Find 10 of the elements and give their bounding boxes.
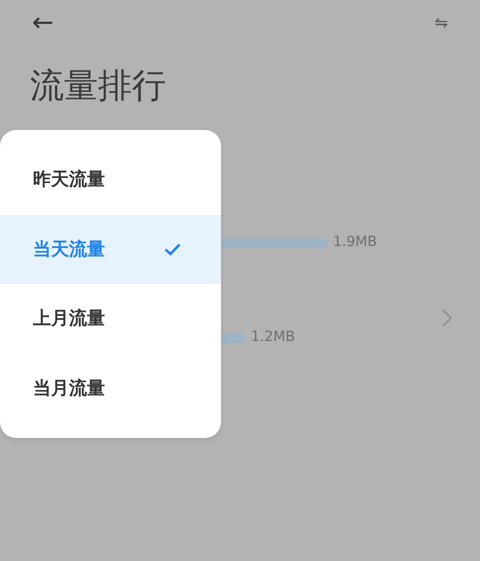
check-icon — [164, 242, 181, 256]
page-title: 流量排行 — [30, 66, 166, 106]
swap-button[interactable]: ⇋ — [434, 15, 448, 31]
usage-label: 1.9MB — [333, 233, 377, 252]
back-button[interactable]: ← — [32, 10, 54, 36]
chevron-icon[interactable] — [442, 309, 452, 328]
menu-item[interactable]: 昨天流量 — [0, 145, 221, 214]
menu-item[interactable]: 上月流量 — [0, 284, 221, 354]
menu-item[interactable]: 当月流量 — [0, 354, 221, 423]
usage-label: 1.2MB — [251, 328, 295, 348]
